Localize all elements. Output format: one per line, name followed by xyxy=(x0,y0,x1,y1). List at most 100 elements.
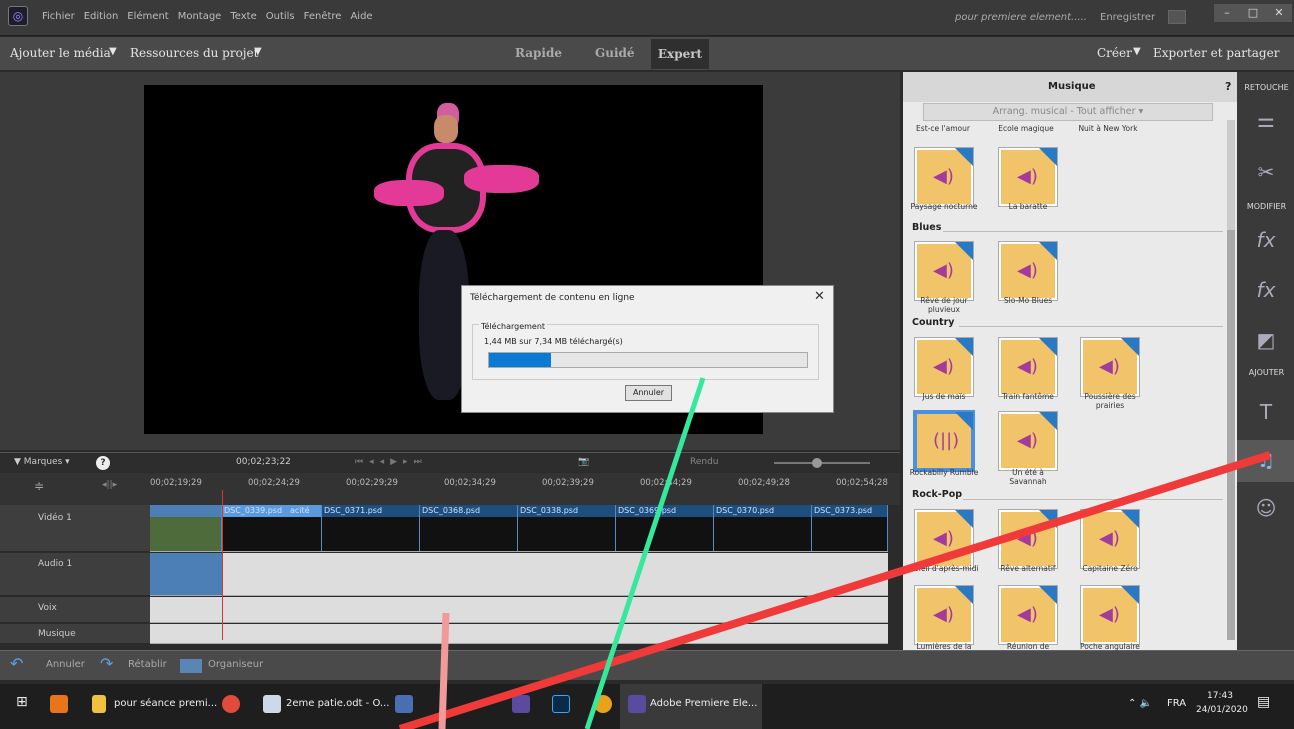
close-icon[interactable]: ✕ xyxy=(1266,4,1292,22)
scrollbar-thumb[interactable] xyxy=(1227,230,1235,640)
mode-quick-tab[interactable]: Rapide xyxy=(515,46,562,60)
applied-effects-icon[interactable]: fx xyxy=(1252,276,1280,304)
clock-time[interactable]: 17:43 xyxy=(1207,691,1233,701)
transitions-icon[interactable]: ◩ xyxy=(1252,326,1280,354)
undo-icon[interactable]: ↶ xyxy=(10,654,23,673)
music-tile-12[interactable]: ◀) xyxy=(1081,510,1139,568)
music-tile-5[interactable]: ◀) xyxy=(915,338,973,396)
audio-meter-icon[interactable]: ◂||▸ xyxy=(102,480,117,490)
titles-icon[interactable]: T xyxy=(1252,398,1280,426)
effects-icon[interactable]: fx xyxy=(1252,226,1280,254)
menu-outils[interactable]: Outils xyxy=(266,11,295,22)
track-options-icon[interactable]: ≑ xyxy=(34,479,44,493)
music-tile-10[interactable]: ◀) xyxy=(915,510,973,568)
redo-button[interactable]: Rétablir xyxy=(128,659,167,670)
clip-dsc0338[interactable]: DSC_0338.psd xyxy=(518,505,616,551)
firefox-icon[interactable] xyxy=(594,695,612,713)
menu-fenetre[interactable]: Fenêtre xyxy=(304,11,342,22)
graphics-icon[interactable]: ☺ xyxy=(1252,494,1280,522)
mode-guided-tab[interactable]: Guidé xyxy=(595,46,635,60)
save-button[interactable]: Enregistrer xyxy=(1100,12,1155,23)
track-header-audio[interactable]: Audio 1 xyxy=(0,553,150,596)
menu-element[interactable]: Elément xyxy=(127,11,168,22)
clip-dsc0370[interactable]: DSC_0370.psd xyxy=(714,505,812,551)
close-icon[interactable]: ✕ xyxy=(814,289,825,304)
taskbar-item[interactable]: 2eme patie.odt - O... xyxy=(286,698,389,709)
menu-fichier[interactable]: Fichier xyxy=(42,11,75,22)
music-tile-15[interactable]: ◀) xyxy=(1081,586,1139,644)
language-indicator[interactable]: FRA xyxy=(1167,698,1186,709)
clip-dsc0373[interactable]: DSC_0373.psd xyxy=(812,505,888,551)
video-track-lane[interactable]: DSC_0339.psd acité DSC_0371.psd DSC_0368.… xyxy=(150,505,888,552)
undo-button[interactable]: Annuler xyxy=(46,659,85,670)
add-media-button[interactable]: Ajouter le média xyxy=(10,46,111,60)
chrome-icon[interactable] xyxy=(222,695,240,713)
playhead[interactable] xyxy=(222,490,223,640)
taskbar-item[interactable]: pour séance premi... xyxy=(114,698,217,709)
music-tile-3[interactable]: ◀) xyxy=(915,242,973,300)
render-button[interactable]: Rendu xyxy=(690,457,719,467)
export-share-button[interactable]: Exporter et partager xyxy=(1153,46,1279,60)
organizer-icon[interactable] xyxy=(180,659,202,673)
notification-icon[interactable]: ▤ xyxy=(1257,694,1270,710)
windows-start-icon[interactable]: ⊞ xyxy=(16,694,28,710)
clock-date[interactable]: 24/01/2020 xyxy=(1196,705,1248,715)
music-tile-2[interactable]: ◀) xyxy=(999,148,1057,206)
app-icon[interactable] xyxy=(395,695,413,713)
create-button[interactable]: Créer xyxy=(1097,46,1132,60)
writer-icon[interactable] xyxy=(263,695,281,713)
help-icon[interactable]: ? xyxy=(96,456,110,470)
photoshop-icon[interactable] xyxy=(552,695,570,713)
music-tile-1[interactable]: ◀) xyxy=(915,148,973,206)
music-tile-selected[interactable]: (||) xyxy=(915,412,973,470)
clip-dsc0369[interactable]: DSC_0369.psd xyxy=(616,505,714,551)
zoom-slider-handle[interactable] xyxy=(812,458,822,468)
help-icon[interactable]: ? xyxy=(1225,80,1231,93)
music-tile-14[interactable]: ◀) xyxy=(999,586,1057,644)
premiere-icon[interactable] xyxy=(512,695,530,713)
clip-dsc0339[interactable]: DSC_0339.psd acité xyxy=(222,505,322,551)
camera-icon[interactable]: 📷 xyxy=(578,457,589,467)
menu-edition[interactable]: Edition xyxy=(84,11,119,22)
music-tile-11[interactable]: ◀) xyxy=(999,510,1057,568)
save-icon[interactable] xyxy=(1168,10,1186,24)
track-header-video[interactable]: Vidéo 1 xyxy=(0,505,150,552)
music-tile-4[interactable]: ◀) xyxy=(999,242,1057,300)
redo-icon[interactable]: ↷ xyxy=(100,654,113,673)
tray-icons[interactable]: ⌃ 🔈 xyxy=(1128,698,1152,709)
tools-icon[interactable]: ✂ xyxy=(1252,158,1280,186)
menu-texte[interactable]: Texte xyxy=(230,11,256,22)
file-explorer-icon[interactable] xyxy=(92,695,106,713)
project-resources-button[interactable]: Ressources du projet xyxy=(130,46,258,60)
cancel-button[interactable]: Annuler xyxy=(625,385,672,401)
audio-clip[interactable] xyxy=(150,553,222,595)
mode-expert-tab[interactable]: Expert xyxy=(651,39,709,69)
organizer-button[interactable]: Organiseur xyxy=(208,659,263,670)
premiere-icon[interactable] xyxy=(628,695,646,713)
music-tile-7[interactable]: ◀) xyxy=(1081,338,1139,396)
music-tile-9[interactable]: ◀) xyxy=(999,412,1057,470)
music-tile-13[interactable]: ◀) xyxy=(915,586,973,644)
track-header-voice[interactable]: Voix xyxy=(0,597,150,623)
media-player-icon[interactable] xyxy=(50,695,68,713)
transport-controls[interactable]: ⏮◂◂▶▸⏭ xyxy=(355,457,428,467)
menu-aide[interactable]: Aide xyxy=(350,11,372,22)
timeline-ruler[interactable]: ≑ ◂||▸ 00;02;19;29 00;02;24;29 00;02;29;… xyxy=(0,473,900,505)
minimize-icon[interactable]: – xyxy=(1214,4,1240,22)
voice-track-lane[interactable] xyxy=(150,597,888,623)
clip-dsc0371[interactable]: DSC_0371.psd xyxy=(322,505,420,551)
category-dropdown[interactable]: Arrang. musical - Tout afficher ▾ xyxy=(923,103,1213,121)
markers-dropdown[interactable]: ▼ Marques ▾ xyxy=(14,457,70,467)
clip-thumb[interactable] xyxy=(150,505,222,551)
adjust-icon[interactable]: ⚌ xyxy=(1252,106,1280,134)
taskbar-item[interactable]: Adobe Premiere Ele... xyxy=(650,698,757,709)
panel-scrollbar[interactable] xyxy=(1227,120,1235,640)
music-tile-6[interactable]: ◀) xyxy=(999,338,1057,396)
zoom-slider[interactable] xyxy=(774,462,870,464)
menu-montage[interactable]: Montage xyxy=(178,11,222,22)
maximize-icon[interactable]: □ xyxy=(1240,4,1266,22)
audio-track-lane[interactable] xyxy=(150,553,888,596)
music-icon[interactable]: ♫ xyxy=(1252,446,1280,474)
music-track-lane[interactable] xyxy=(150,624,888,644)
clip-dsc0368[interactable]: DSC_0368.psd xyxy=(420,505,518,551)
